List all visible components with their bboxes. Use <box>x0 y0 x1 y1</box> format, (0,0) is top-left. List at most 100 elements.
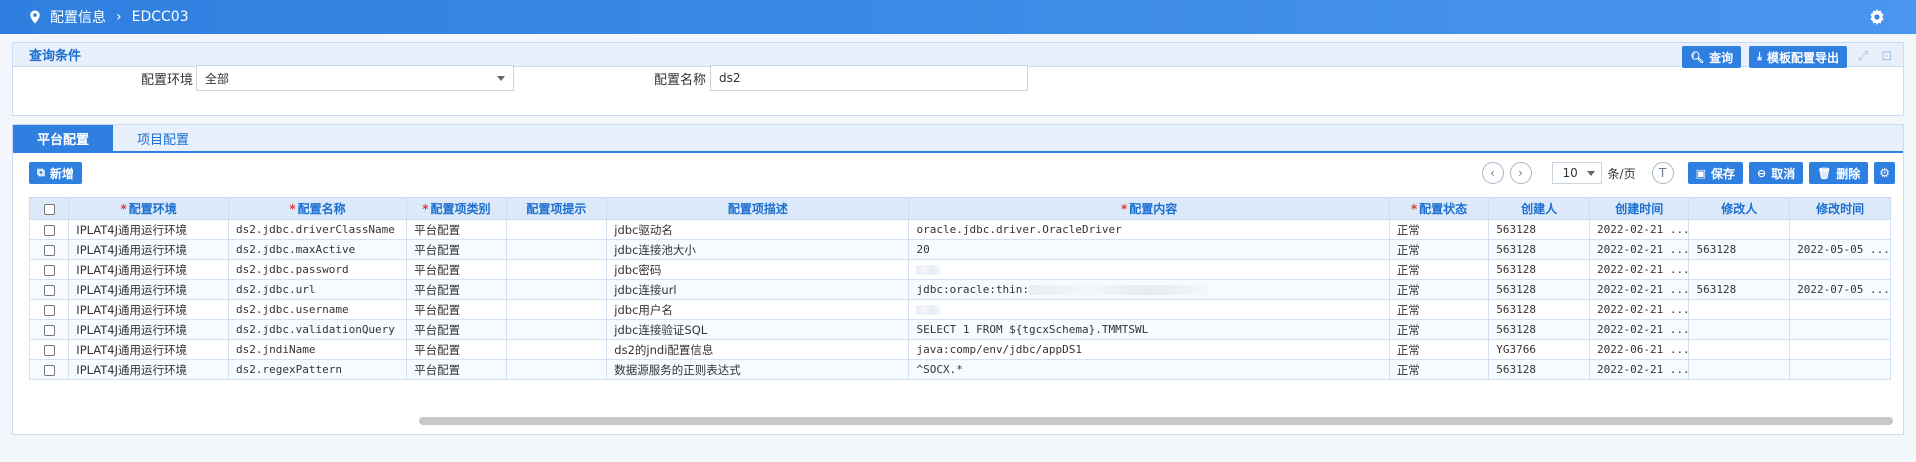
table-cell[interactable]: YG3766 <box>1488 339 1590 360</box>
table-cell[interactable]: 563128 <box>1488 359 1590 380</box>
search-button[interactable]: 🔍︎ 查询 <box>1682 46 1742 68</box>
table-row[interactable]: IPLAT4J通用运行环境 ds2.jdbc.url 平台配置 jdbc连接url jd… <box>28 279 1891 300</box>
table-cell[interactable] <box>1789 319 1891 340</box>
table-cell[interactable]: 平台配置 <box>406 299 507 320</box>
table-cell[interactable]: 2022-02-21 ... <box>1588 279 1690 300</box>
collapse-icon[interactable]: ⊡ <box>1879 49 1895 65</box>
table-cell[interactable] <box>505 219 608 240</box>
table-cell[interactable] <box>1789 259 1891 280</box>
row-checkbox[interactable] <box>28 259 70 280</box>
column-header[interactable]: 配置项提示 <box>505 197 608 220</box>
table-row[interactable]: IPLAT4J通用运行环境 ds2.jdbc.maxActive 平台配置 jdbc连… <box>28 239 1891 260</box>
table-cell[interactable] <box>1688 219 1791 240</box>
table-cell[interactable] <box>505 339 608 360</box>
table-cell[interactable]: IPLAT4J通用运行环境 <box>68 259 229 280</box>
table-cell[interactable]: java:comp/env/jdbc/appDS1 <box>908 339 1390 360</box>
table-cell[interactable]: ^SOCX.* <box>908 359 1390 380</box>
column-header[interactable]: * 配置内容 <box>908 197 1390 220</box>
row-checkbox[interactable] <box>28 339 70 360</box>
table-cell[interactable]: jdbc:oracle:thin: <box>908 279 1390 300</box>
text-format-icon[interactable]: T <box>1651 162 1674 184</box>
table-cell[interactable]: 平台配置 <box>406 359 507 380</box>
table-cell[interactable]: 2022-02-21 ... <box>1588 359 1690 380</box>
column-header[interactable]: 配置项描述 <box>606 197 910 220</box>
table-cell[interactable]: jdbc连接url <box>606 279 910 300</box>
next-page-icon[interactable]: › <box>1509 162 1532 184</box>
table-cell[interactable]: IPLAT4J通用运行环境 <box>68 359 229 380</box>
table-cell[interactable]: 正常 <box>1388 319 1490 340</box>
row-checkbox[interactable] <box>28 319 70 340</box>
table-cell[interactable]: jdbc连接池大小 <box>606 239 910 260</box>
table-cell[interactable]: ds2.jdbc.password <box>227 259 408 280</box>
cancel-button[interactable]: ⊖ 取消 <box>1749 162 1804 184</box>
table-cell[interactable]: jdbc用户名 <box>606 299 910 320</box>
table-cell[interactable] <box>505 239 608 260</box>
table-cell[interactable] <box>505 279 608 300</box>
table-cell[interactable] <box>505 319 608 340</box>
add-button[interactable]: ⧉ 新增 <box>29 162 82 184</box>
row-checkbox[interactable] <box>28 219 70 240</box>
save-button[interactable]: ▣ 保存 <box>1687 162 1744 184</box>
column-header[interactable]: 修改人 <box>1688 197 1791 220</box>
table-cell[interactable]: 563128 <box>1488 219 1590 240</box>
table-cell[interactable]: 563128 <box>1488 279 1590 300</box>
column-header[interactable]: * 配置状态 <box>1388 197 1490 220</box>
table-cell[interactable] <box>1789 359 1891 380</box>
table-cell[interactable]: ds2的jndi配置信息 <box>606 339 910 360</box>
column-header[interactable]: * 配置项类别 <box>406 197 507 220</box>
table-cell[interactable]: 563128 <box>1688 279 1791 300</box>
row-checkbox[interactable] <box>28 279 70 300</box>
table-cell[interactable]: ds2.regexPattern <box>227 359 408 380</box>
row-checkbox[interactable] <box>28 299 70 320</box>
table-cell[interactable]: 平台配置 <box>406 259 507 280</box>
table-cell[interactable]: IPLAT4J通用运行环境 <box>68 339 229 360</box>
table-row[interactable]: IPLAT4J通用运行环境 ds2.jdbc.validationQuery 平台配… <box>28 319 1891 340</box>
table-cell[interactable]: ds2.jndiName <box>227 339 408 360</box>
table-cell[interactable]: 2022-05-05 ... <box>1789 239 1891 260</box>
table-cell[interactable]: ds2.jdbc.username <box>227 299 408 320</box>
export-template-button[interactable]: ⤓ 模板配置导出 <box>1749 46 1847 68</box>
page-size-select[interactable]: 10 <box>1551 162 1602 184</box>
table-row[interactable]: IPLAT4J通用运行环境 ds2.jdbc.driverClassName 平台配… <box>28 219 1891 240</box>
table-cell[interactable]: IPLAT4J通用运行环境 <box>68 299 229 320</box>
table-cell[interactable] <box>1789 339 1891 360</box>
table-cell[interactable]: 563128 <box>1488 299 1590 320</box>
table-row[interactable]: IPLAT4J通用运行环境 ds2.jdbc.username 平台配置 jdbc用户… <box>28 299 1891 320</box>
name-input[interactable]: ds2 <box>710 65 1028 91</box>
tab-platform-config[interactable]: 平台配置 <box>13 125 113 152</box>
table-cell[interactable] <box>1688 339 1791 360</box>
column-header[interactable]: 创建人 <box>1488 197 1590 220</box>
table-cell[interactable]: jdbc连接验证SQL <box>606 319 910 340</box>
table-cell[interactable] <box>1688 299 1791 320</box>
table-cell[interactable]: ds2.jdbc.url <box>227 279 408 300</box>
table-cell[interactable]: 平台配置 <box>406 319 507 340</box>
column-header[interactable]: 创建时间 <box>1588 197 1690 220</box>
table-cell[interactable]: ds2.jdbc.validationQuery <box>227 319 408 340</box>
table-cell[interactable]: 2022-02-21 ... <box>1588 259 1690 280</box>
table-cell[interactable]: 平台配置 <box>406 239 507 260</box>
table-cell[interactable] <box>505 359 608 380</box>
table-cell[interactable]: 563128 <box>1488 239 1590 260</box>
table-cell[interactable] <box>1688 319 1791 340</box>
table-cell[interactable] <box>1789 219 1891 240</box>
settings-button[interactable]: ⚙ <box>1874 162 1895 184</box>
env-select[interactable]: 全部 <box>196 65 514 91</box>
column-header[interactable]: * 配置名称 <box>227 197 408 220</box>
table-cell[interactable]: 平台配置 <box>406 339 507 360</box>
table-cell[interactable]: IPLAT4J通用运行环境 <box>68 279 229 300</box>
table-cell[interactable]: 2022-06-21 ... <box>1588 339 1690 360</box>
tab-project-config[interactable]: 项目配置 <box>113 125 213 152</box>
table-cell[interactable] <box>908 299 1390 320</box>
table-cell[interactable]: 2022-02-21 ... <box>1588 319 1690 340</box>
table-cell[interactable]: oracle.jdbc.driver.OracleDriver <box>908 219 1390 240</box>
table-cell[interactable]: 正常 <box>1388 259 1490 280</box>
table-cell[interactable]: 563128 <box>1688 239 1791 260</box>
table-cell[interactable]: SELECT 1 FROM ${tgcxSchema}.TMMTSWL <box>908 319 1390 340</box>
table-cell[interactable]: 563128 <box>1488 319 1590 340</box>
table-cell[interactable] <box>1688 359 1791 380</box>
table-cell[interactable]: 正常 <box>1388 339 1490 360</box>
row-checkbox[interactable] <box>28 239 70 260</box>
select-all-checkbox[interactable] <box>28 197 70 220</box>
table-cell[interactable] <box>908 259 1390 280</box>
table-cell[interactable]: 正常 <box>1388 219 1490 240</box>
